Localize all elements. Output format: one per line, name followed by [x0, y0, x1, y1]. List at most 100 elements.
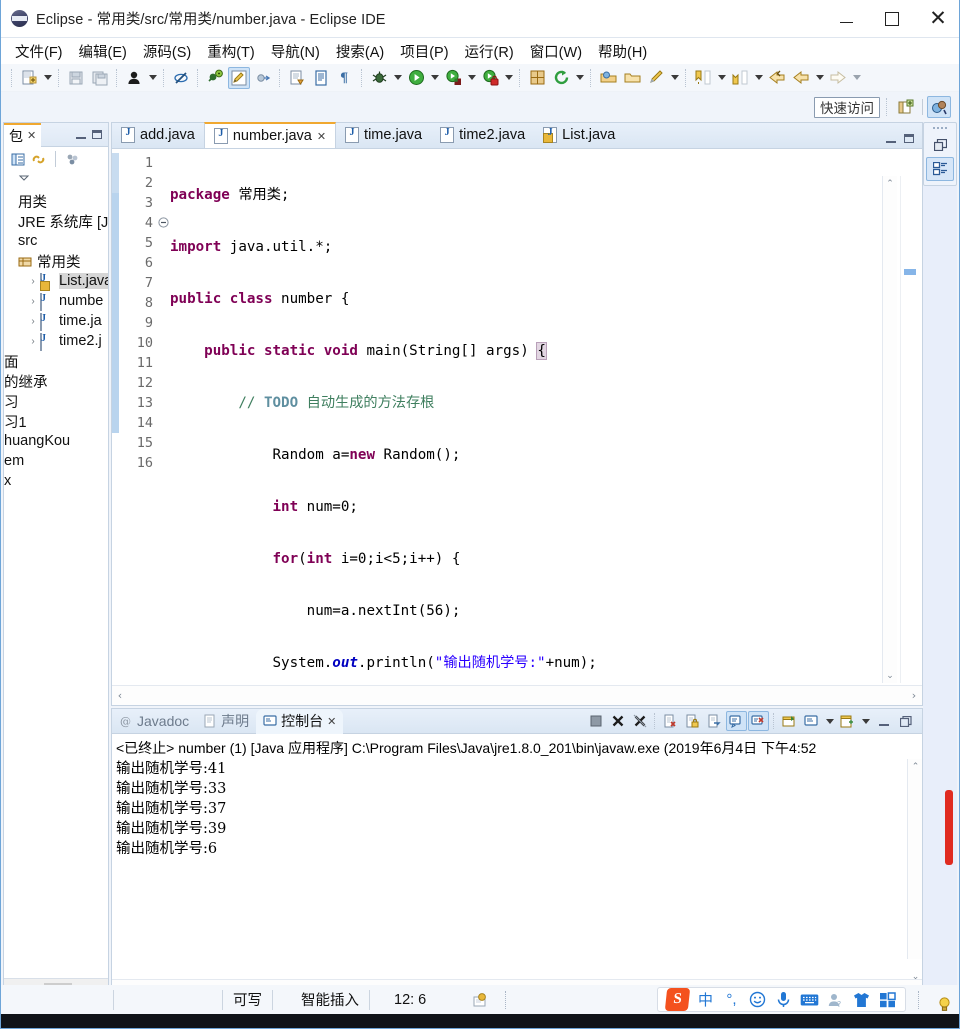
tab-add-java[interactable]: add.java [112, 122, 204, 148]
folding-ruler[interactable] [158, 149, 170, 705]
next-dropdown-arrow[interactable] [715, 67, 728, 89]
save-all-icon[interactable] [89, 67, 111, 89]
overview-marker[interactable] [904, 269, 916, 275]
tree-item-package[interactable]: 常用类 [4, 251, 108, 271]
debug-dropdown-arrow[interactable] [391, 67, 404, 89]
search-icon[interactable] [645, 67, 667, 89]
tree-item-project-4[interactable]: 习 [4, 391, 108, 411]
minimize-button[interactable] [823, 0, 869, 38]
search-dropdown-arrow[interactable] [668, 67, 681, 89]
debug-last-icon[interactable] [204, 67, 226, 89]
menu-source[interactable]: 源码(S) [135, 39, 199, 64]
close-icon[interactable]: ✕ [317, 130, 326, 143]
close-icon[interactable]: ✕ [27, 129, 36, 142]
collapse-all-icon[interactable] [11, 152, 26, 167]
tab-declaration[interactable]: 声明 [196, 709, 256, 734]
chinese-mode-icon[interactable]: 中 [696, 990, 715, 1009]
remove-launch-icon[interactable] [629, 711, 650, 731]
terminate-all-icon[interactable] [585, 711, 606, 731]
tip-bulb-icon[interactable] [938, 997, 951, 1012]
menu-run[interactable]: 运行(R) [457, 39, 522, 64]
display-dropdown-arrow[interactable] [823, 710, 836, 732]
tree-arrow[interactable]: › [26, 276, 40, 287]
skip-breakpoints-icon[interactable] [170, 67, 192, 89]
tree-item-number-java[interactable]: › numbe [4, 291, 108, 311]
toggle-highlight-icon[interactable] [228, 66, 250, 89]
drag-grip[interactable] [924, 123, 956, 133]
scroll-right-button[interactable]: › [906, 687, 922, 705]
tree-item-jre-library[interactable]: JRE 系统库 [Ja [4, 211, 108, 231]
display-selected-console-icon[interactable] [801, 711, 822, 731]
tree-item-project-3[interactable]: 的继承 [4, 371, 108, 391]
tree-arrow[interactable]: › [26, 316, 40, 327]
terminate-icon[interactable] [607, 711, 628, 731]
tree-item-project-8[interactable]: x [4, 471, 108, 491]
build-indicator-icon[interactable] [462, 989, 499, 1011]
open-type-icon[interactable] [286, 67, 308, 89]
minimize-icon[interactable] [873, 711, 894, 731]
voice-input-icon[interactable] [774, 990, 793, 1009]
punctuation-icon[interactable]: °, [722, 990, 741, 1009]
open-task-icon[interactable] [310, 67, 332, 89]
next-edit-dropdown-arrow[interactable] [850, 67, 863, 89]
annotation-ruler[interactable] [112, 149, 124, 705]
sogou-logo-icon[interactable]: S [664, 988, 691, 1011]
refresh-dropdown-arrow[interactable] [573, 67, 586, 89]
close-button[interactable]: ✕ [915, 0, 959, 38]
tree-item-src[interactable]: src [4, 231, 108, 251]
tree-item-time-java[interactable]: › time.ja [4, 311, 108, 331]
tree-item-project-2[interactable]: 面 [4, 351, 108, 371]
back-icon[interactable] [766, 67, 788, 89]
tree-item-project-7[interactable]: em [4, 451, 108, 471]
tree-item-list-java[interactable]: › List.java [4, 271, 108, 291]
outline-icon[interactable] [926, 157, 954, 181]
open-folder-icon[interactable] [621, 67, 643, 89]
run-icon[interactable] [405, 67, 427, 89]
minimize-icon[interactable] [886, 134, 896, 143]
error-scroll-marker[interactable] [945, 790, 953, 865]
view-menu-icon[interactable] [65, 152, 80, 167]
new-wizard-icon[interactable] [18, 67, 40, 89]
tree-item-project[interactable]: 用类 [4, 191, 108, 211]
editor-hscrollbar[interactable]: ‹ › [112, 685, 922, 705]
forward-dropdown-arrow[interactable] [813, 67, 826, 89]
prev-dropdown-arrow[interactable] [752, 67, 765, 89]
tree-item-time2-java[interactable]: › time2.j [4, 331, 108, 351]
skin-icon[interactable] [852, 990, 871, 1009]
menu-help[interactable]: 帮助(H) [590, 39, 655, 64]
tab-package-explorer[interactable]: 包 ✕ [4, 122, 42, 147]
save-icon[interactable] [65, 67, 87, 89]
show-console-on-output-icon[interactable] [726, 711, 747, 731]
menu-refactor[interactable]: 重构(T) [199, 39, 263, 64]
debug-icon[interactable] [368, 67, 390, 89]
tab-console[interactable]: 控制台 ✕ [256, 708, 344, 734]
coverage-icon[interactable] [479, 67, 501, 89]
previous-annotation-icon[interactable] [729, 67, 751, 89]
run-config-icon[interactable] [442, 67, 464, 89]
fold-marker[interactable] [158, 217, 170, 237]
word-wrap-icon[interactable] [704, 711, 725, 731]
pin-console-icon[interactable] [779, 711, 800, 731]
next-edit-icon[interactable] [827, 67, 849, 89]
pilcrow-icon[interactable]: ¶ [334, 67, 356, 89]
quick-access-input[interactable]: 快速访问 [814, 96, 880, 118]
editor-vscrollbar[interactable]: ⌃ ⌄ [882, 176, 897, 683]
scroll-down-button[interactable]: ⌄ [883, 668, 898, 683]
run-config-dropdown-arrow[interactable] [465, 67, 478, 89]
console-output[interactable]: <已终止> number (1) [Java 应用程序] C:\Program … [112, 734, 922, 979]
refresh-icon[interactable] [550, 67, 572, 89]
console-vscrollbar[interactable]: ⌃ ⌄ [907, 759, 922, 979]
menu-file[interactable]: 文件(F) [7, 39, 71, 64]
maximize-icon[interactable] [895, 711, 916, 731]
link-with-editor-icon[interactable] [31, 152, 46, 167]
next-annotation-icon[interactable] [692, 67, 714, 89]
tab-time-java[interactable]: time.java [336, 122, 431, 148]
scroll-lock-icon[interactable] [682, 711, 703, 731]
open-perspective-icon[interactable] [894, 96, 918, 118]
person-icon[interactable] [123, 67, 145, 89]
scroll-down-button[interactable]: ⌄ [908, 969, 922, 980]
tab-javadoc[interactable]: @ Javadoc [112, 709, 196, 734]
tab-time2-java[interactable]: time2.java [431, 122, 534, 148]
open-console-dropdown-arrow[interactable] [859, 710, 872, 732]
menu-edit[interactable]: 编辑(E) [71, 39, 135, 64]
